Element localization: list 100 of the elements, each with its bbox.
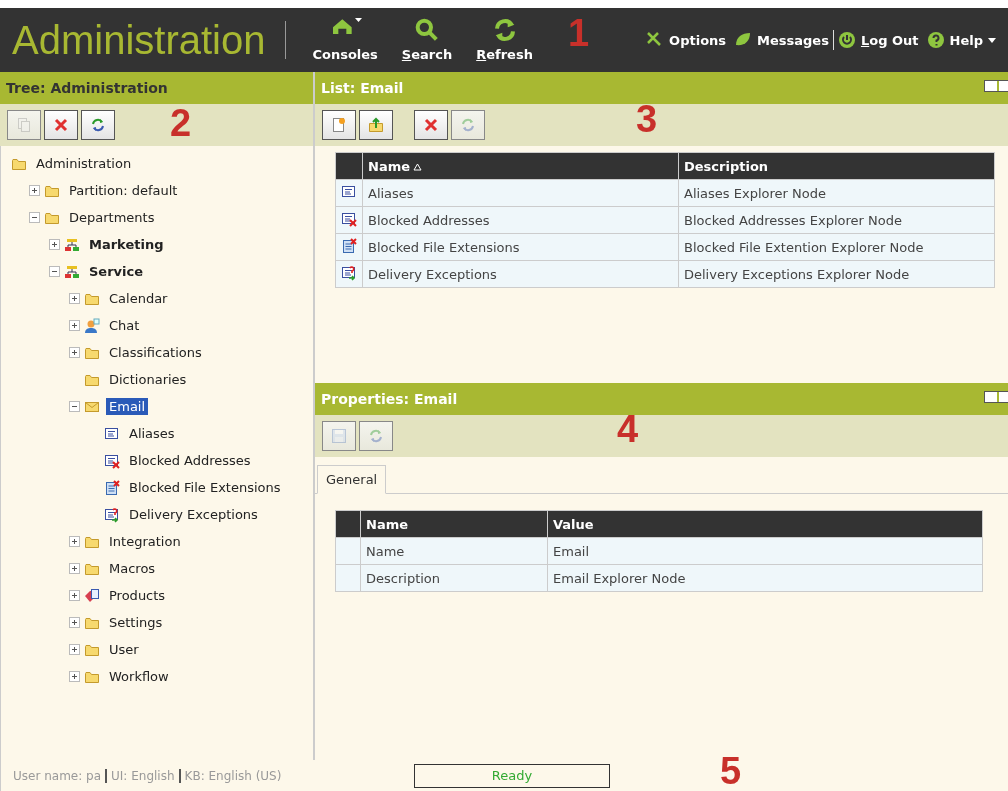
new-page-icon [331,117,347,133]
expander-toggle[interactable] [69,590,80,601]
table-cell: Aliases Explorer Node [678,179,995,207]
toolbar-button[interactable] [322,110,356,140]
header-link[interactable]: Help [922,31,1000,49]
document-icon [341,183,357,200]
table-cell: Description [360,564,548,592]
document-cross-icon [104,452,120,469]
status-text: UI: English [105,768,179,783]
tree-item[interactable]: Blocked File Extensions [126,479,284,496]
tree-item[interactable]: Classifications [106,344,205,361]
tree-item[interactable]: Dictionaries [106,371,190,388]
window-buttons-icon[interactable] [984,80,1008,92]
refresh-icon [90,117,106,133]
tree-item[interactable]: Macros [106,560,159,577]
expander-toggle[interactable] [69,320,80,331]
folder-arrow-icon [368,117,384,133]
expander-toggle[interactable] [69,401,80,412]
copy-icon [16,117,32,133]
column-header[interactable]: Name [360,510,548,538]
status-text: KB: English (US) [178,768,286,783]
status-indicator: Ready [414,763,610,788]
tree-item[interactable]: Partition: default [66,182,181,199]
toolbar-button[interactable] [359,110,393,140]
table-cell: Blocked File Extention Explorer Node [678,233,995,261]
document-question-icon [104,506,120,523]
tree-item[interactable]: Products [106,587,169,604]
tree-item[interactable]: Workflow [106,668,172,685]
refresh-icon [368,428,384,444]
tree-item[interactable]: Delivery Exceptions [126,506,261,523]
tree-item[interactable]: Blocked Addresses [126,452,254,469]
power-icon [837,31,856,49]
expander-toggle[interactable] [29,185,40,196]
panel-title: List: Email [321,80,404,96]
table-cell: Delivery Exceptions Explorer Node [678,260,995,288]
table-cell: Blocked Addresses [362,206,679,234]
table-cell: Blocked File Extensions [362,233,679,261]
toolbar-button[interactable] [414,110,448,140]
app-title: Administration [12,17,266,63]
table-cell: Blocked Addresses Explorer Node [678,206,995,234]
expander-toggle[interactable] [69,536,80,547]
expander-toggle[interactable] [49,239,60,250]
expander-toggle[interactable] [69,671,80,682]
document-cross-icon [341,210,357,227]
file-cross-icon [341,237,357,254]
table-cell: Email [547,537,983,565]
table-cell: Aliases [362,179,679,207]
expander-toggle[interactable] [49,266,60,277]
document-question-icon [341,264,357,281]
tree-item[interactable]: Chat [106,317,143,334]
toolbar-button[interactable] [44,110,78,140]
tree-item[interactable]: Integration [106,533,184,550]
expander-toggle[interactable] [69,293,80,304]
expander-toggle[interactable] [29,212,40,223]
table-cell: Delivery Exceptions [362,260,679,288]
tree-item[interactable]: Settings [106,614,166,631]
refresh-icon [460,117,476,133]
expander-toggle[interactable] [69,617,80,628]
callout-number: 2 [170,104,192,142]
tree-item[interactable]: Calendar [106,290,171,307]
person-icon [84,317,100,334]
tab[interactable]: General [317,465,387,494]
expander-toggle[interactable] [69,644,80,655]
delete-icon [423,117,439,133]
document-icon [104,425,120,442]
header-link[interactable]: Options [642,31,731,49]
tree-item[interactable]: Marketing [86,236,167,253]
window-buttons-icon[interactable] [984,391,1008,403]
panel-title: Tree: Administration [6,80,168,96]
tree-item[interactable]: Email [106,398,149,415]
delete-icon [53,117,69,133]
caret-icon [988,37,996,43]
status-text: User name: pa [12,768,103,783]
expander-toggle[interactable] [69,347,80,358]
column-header[interactable]: Name [362,152,679,180]
tree-item[interactable]: Service [86,263,147,280]
callout-number: 5 [720,752,742,790]
tag-icon [84,587,100,604]
header-link[interactable]: Messages [730,31,833,49]
column-header[interactable]: Value [547,510,983,538]
nav-button[interactable]: Search [397,18,457,62]
nav-button[interactable]: Refresh [472,18,537,62]
caret-icon [354,18,362,22]
help-icon [926,31,945,49]
tree-item[interactable]: Aliases [126,425,178,442]
callout-number: 4 [617,410,639,448]
tree-item[interactable]: Administration [33,155,135,172]
sort-icon [413,162,422,171]
toolbar-button[interactable] [81,110,115,140]
table-cell: Email Explorer Node [547,564,983,592]
tree-item[interactable]: Departments [66,209,158,226]
expander-toggle[interactable] [69,563,80,574]
file-cross-icon [104,479,120,496]
org-chart-icon [64,263,80,280]
callout-number: 1 [568,14,590,52]
refresh-icon [492,18,517,42]
tree-item[interactable]: User [106,641,142,658]
column-header[interactable]: Description [678,152,995,180]
nav-button[interactable]: Consoles [308,18,382,62]
header-link[interactable]: Log Out [833,31,923,49]
